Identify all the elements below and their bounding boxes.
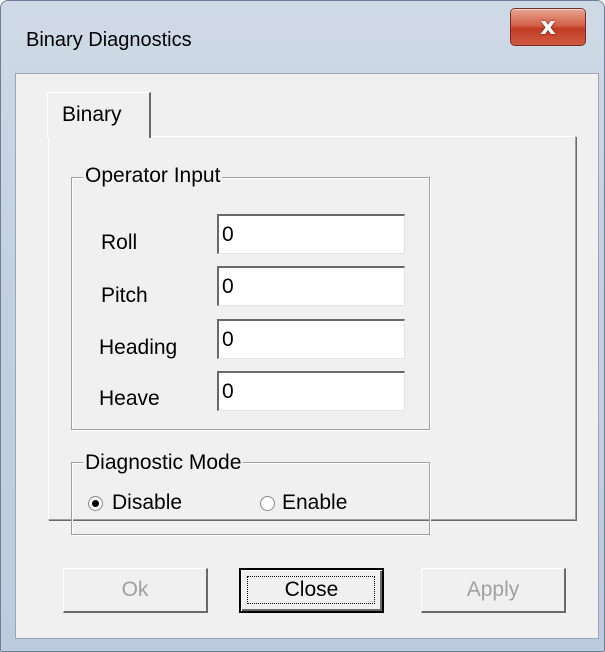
dialog-client-area: Binary Operator Input Roll Pitch Heading… (15, 73, 599, 639)
apply-button-label: Apply (466, 578, 520, 601)
close-button[interactable]: Close (239, 568, 384, 613)
apply-button[interactable]: Apply (421, 568, 566, 613)
pitch-input[interactable] (217, 266, 405, 306)
roll-label: Roll (101, 231, 138, 254)
operator-input-legend: Operator Input (83, 164, 223, 188)
ok-button[interactable]: Ok (63, 568, 208, 613)
tab-binary-label: Binary (62, 103, 122, 126)
disable-radio[interactable] (88, 496, 103, 511)
enable-radio-label[interactable]: Enable (282, 491, 347, 515)
ok-button-label: Ok (121, 578, 149, 601)
disable-radio-label[interactable]: Disable (112, 491, 182, 515)
dialog-window: Binary Diagnostics x Binary Operator Inp… (0, 0, 605, 652)
window-title: Binary Diagnostics (26, 29, 192, 51)
diagnostic-mode-legend: Diagnostic Mode (83, 451, 244, 475)
pitch-label: Pitch (101, 284, 148, 307)
radio-selected-dot (92, 500, 99, 507)
close-button-label: Close (284, 578, 339, 601)
enable-radio[interactable] (260, 496, 275, 511)
tab-binary[interactable]: Binary (47, 92, 151, 138)
heave-label: Heave (99, 387, 160, 410)
heading-input[interactable] (217, 319, 405, 359)
roll-input[interactable] (217, 214, 405, 254)
heading-label: Heading (99, 336, 178, 359)
close-icon: x (540, 12, 556, 40)
window-close-button[interactable]: x (510, 8, 586, 46)
heave-input[interactable] (217, 371, 405, 411)
